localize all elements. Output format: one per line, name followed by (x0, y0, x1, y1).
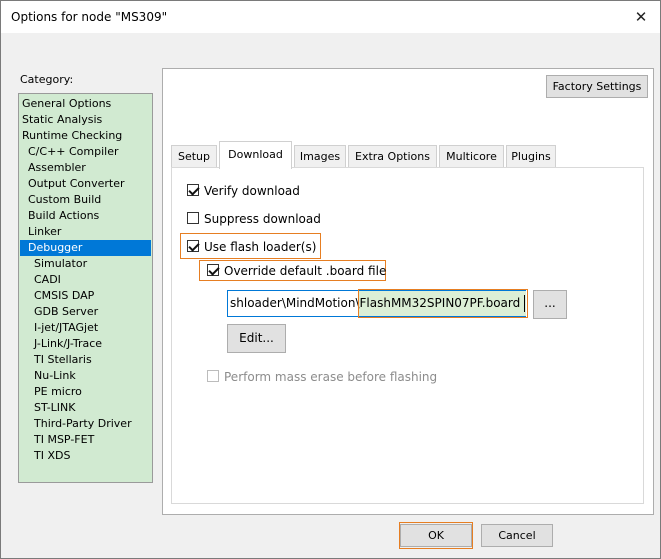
category-item-label: TI Stellaris (34, 353, 92, 366)
category-item[interactable]: Custom Build (20, 192, 151, 208)
tab-multicore[interactable]: Multicore (439, 145, 504, 167)
cancel-button[interactable]: Cancel (481, 524, 553, 547)
category-item-label: Runtime Checking (22, 129, 123, 142)
tab-images[interactable]: Images (294, 145, 346, 167)
mass-erase-label: Perform mass erase before flashing (224, 370, 438, 384)
category-item-label: Build Actions (28, 209, 100, 222)
category-item-label: GDB Server (34, 305, 99, 318)
use-flash-loader-label: Use flash loader(s) (204, 240, 317, 254)
category-item-label: Linker (28, 225, 62, 238)
category-item[interactable]: PE micro (20, 384, 151, 400)
category-item-label: Custom Build (28, 193, 102, 206)
category-item[interactable]: TI XDS (20, 448, 151, 464)
category-item[interactable]: Linker (20, 224, 151, 240)
category-item[interactable]: I-jet/JTAGjet (20, 320, 151, 336)
category-item-label: Third-Party Driver (34, 417, 132, 430)
tab-setup[interactable]: Setup (171, 145, 217, 167)
category-item[interactable]: Simulator (20, 256, 151, 272)
category-item[interactable]: Build Actions (20, 208, 151, 224)
category-item-label: Output Converter (28, 177, 125, 190)
category-item[interactable]: TI MSP-FET (20, 432, 151, 448)
category-item[interactable]: ST-LINK (20, 400, 151, 416)
category-item[interactable]: CMSIS DAP (20, 288, 151, 304)
close-icon[interactable]: ✕ (627, 5, 655, 29)
category-item[interactable]: Third-Party Driver (20, 416, 151, 432)
category-item[interactable]: TI Stellaris (20, 352, 151, 368)
override-board-file-label: Override default .board file (224, 264, 387, 278)
category-item-label: General Options (22, 97, 112, 110)
tab-extra-options[interactable]: Extra Options (348, 145, 437, 167)
title-bar: Options for node "MS309" ✕ (1, 1, 660, 33)
checkbox-box[interactable] (187, 184, 199, 196)
window-title: Options for node "MS309" (11, 10, 168, 24)
checkbox-box[interactable] (187, 240, 199, 252)
category-item-label: Nu-Link (34, 369, 76, 382)
category-item[interactable]: Runtime Checking (20, 128, 151, 144)
category-item-label: PE micro (34, 385, 82, 398)
category-item[interactable]: J-Link/J-Trace (20, 336, 151, 352)
category-item[interactable]: Static Analysis (20, 112, 151, 128)
checkbox-box[interactable] (187, 212, 199, 224)
category-item-label: TI XDS (34, 449, 71, 462)
options-dialog: Options for node "MS309" ✕ Category: Gen… (0, 0, 661, 559)
edit-button[interactable]: Edit... (227, 324, 286, 353)
category-list[interactable]: General Options Static Analysis Runtime Ch… (18, 93, 153, 483)
category-item-label: Debugger (28, 241, 83, 254)
board-file-highlight (358, 289, 528, 318)
category-item[interactable]: C/C++ Compiler (20, 144, 151, 160)
category-item-label: Assembler (28, 161, 86, 174)
checkbox-box[interactable] (207, 370, 219, 382)
options-panel: Factory Settings Setup Download Images E… (162, 68, 654, 515)
category-item[interactable]: General Options (20, 96, 151, 112)
category-label: Category: (20, 73, 74, 86)
category-item[interactable]: Output Converter (20, 176, 151, 192)
download-tab-page: Verify download Suppress download Use fl… (171, 167, 644, 504)
category-item-label: ST-LINK (34, 401, 76, 414)
category-item-label: C/C++ Compiler (28, 145, 119, 158)
category-item[interactable]: Nu-Link (20, 368, 151, 384)
category-item-label: CMSIS DAP (34, 289, 95, 302)
category-item[interactable]: Assembler (20, 160, 151, 176)
checkbox-box[interactable] (207, 264, 219, 276)
suppress-download-label: Suppress download (204, 212, 321, 226)
tab-plugins[interactable]: Plugins (506, 145, 556, 167)
category-item-label: Simulator (34, 257, 88, 270)
category-item[interactable]: CADI (20, 272, 151, 288)
category-item-label: I-jet/JTAGjet (34, 321, 99, 334)
category-item[interactable]: GDB Server (20, 304, 151, 320)
category-item[interactable]: Debugger (20, 240, 151, 256)
factory-settings-button[interactable]: Factory Settings (546, 75, 648, 98)
category-item-label: J-Link/J-Trace (34, 337, 103, 350)
verify-download-label: Verify download (204, 184, 300, 198)
category-item-label: Static Analysis (22, 113, 103, 126)
tab-download[interactable]: Download (219, 141, 292, 169)
ok-button[interactable]: OK (400, 524, 472, 547)
category-item-label: TI MSP-FET (34, 433, 95, 446)
browse-button[interactable]: ... (533, 290, 567, 319)
category-item-label: CADI (34, 273, 61, 286)
